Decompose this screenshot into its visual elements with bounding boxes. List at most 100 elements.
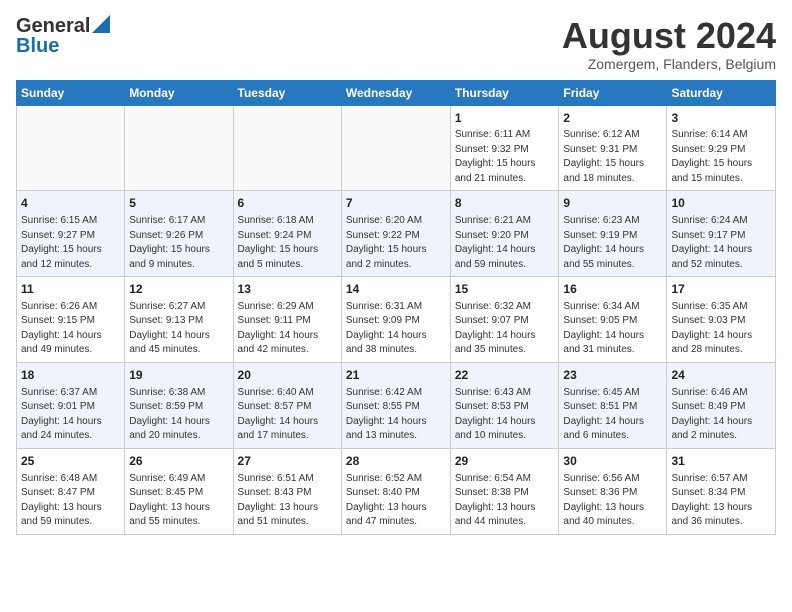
calendar-cell: 11 Sunrise: 6:26 AMSunset: 9:15 PMDayligh… [17, 277, 125, 363]
day-number: 7 [346, 195, 446, 212]
day-number: 21 [346, 367, 446, 384]
calendar-cell [341, 105, 450, 191]
cell-details: Sunrise: 6:48 AMSunset: 8:47 PMDaylight:… [21, 472, 120, 530]
cell-details: Sunrise: 6:23 AMSunset: 9:19 PMDaylight:… [563, 214, 662, 272]
logo: General Blue [16, 16, 110, 56]
day-number: 18 [21, 367, 120, 384]
weekday-header-saturday: Saturday [667, 80, 776, 105]
day-number: 12 [129, 281, 228, 298]
day-number: 29 [455, 453, 555, 470]
calendar-cell: 29 Sunrise: 6:54 AMSunset: 8:38 PMDayligh… [450, 448, 559, 534]
cell-details: Sunrise: 6:14 AMSunset: 9:29 PMDaylight:… [671, 128, 771, 186]
day-number: 9 [563, 195, 662, 212]
calendar-row-3: 18 Sunrise: 6:37 AMSunset: 9:01 PMDayligh… [17, 362, 776, 448]
calendar-cell: 2Sunrise: 6:12 AMSunset: 9:31 PMDaylight… [559, 105, 667, 191]
cell-details: Sunrise: 6:32 AMSunset: 9:07 PMDaylight:… [455, 300, 555, 358]
cell-details: Sunrise: 6:21 AMSunset: 9:20 PMDaylight:… [455, 214, 555, 272]
calendar-cell: 12 Sunrise: 6:27 AMSunset: 9:13 PMDayligh… [125, 277, 233, 363]
cell-details: Sunrise: 6:26 AMSunset: 9:15 PMDaylight:… [21, 300, 120, 358]
cell-details: Sunrise: 6:38 AMSunset: 8:59 PMDaylight:… [129, 386, 228, 444]
logo-general: General [16, 16, 90, 36]
cell-details: Sunrise: 6:51 AMSunset: 8:43 PMDaylight:… [238, 472, 337, 530]
calendar-table: SundayMondayTuesdayWednesdayThursdayFrid… [16, 80, 776, 535]
calendar-cell: 16 Sunrise: 6:34 AMSunset: 9:05 PMDayligh… [559, 277, 667, 363]
cell-details: Sunrise: 6:34 AMSunset: 9:05 PMDaylight:… [563, 300, 662, 358]
cell-details: Sunrise: 6:27 AMSunset: 9:13 PMDaylight:… [129, 300, 228, 358]
day-number: 20 [238, 367, 337, 384]
cell-details: Sunrise: 6:40 AMSunset: 8:57 PMDaylight:… [238, 386, 337, 444]
calendar-cell: 30 Sunrise: 6:56 AMSunset: 8:36 PMDayligh… [559, 448, 667, 534]
day-number: 16 [563, 281, 662, 298]
calendar-cell: 13 Sunrise: 6:29 AMSunset: 9:11 PMDayligh… [233, 277, 341, 363]
calendar-cell: 23 Sunrise: 6:45 AMSunset: 8:51 PMDayligh… [559, 362, 667, 448]
month-title: August 2024 [562, 16, 776, 56]
page-header: General Blue August 2024 Zomergem, Fland… [16, 16, 776, 72]
location: Zomergem, Flanders, Belgium [562, 56, 776, 72]
cell-details: Sunrise: 6:24 AMSunset: 9:17 PMDaylight:… [671, 214, 771, 272]
cell-details: Sunrise: 6:42 AMSunset: 8:55 PMDaylight:… [346, 386, 446, 444]
calendar-cell: 28 Sunrise: 6:52 AMSunset: 8:40 PMDayligh… [341, 448, 450, 534]
cell-details: Sunrise: 6:45 AMSunset: 8:51 PMDaylight:… [563, 386, 662, 444]
calendar-cell: 18 Sunrise: 6:37 AMSunset: 9:01 PMDayligh… [17, 362, 125, 448]
title-block: August 2024 Zomergem, Flanders, Belgium [562, 16, 776, 72]
calendar-cell [233, 105, 341, 191]
calendar-cell: 17 Sunrise: 6:35 AMSunset: 9:03 PMDayligh… [667, 277, 776, 363]
day-number: 22 [455, 367, 555, 384]
cell-details: Sunrise: 6:17 AMSunset: 9:26 PMDaylight:… [129, 214, 228, 272]
day-number: 5 [129, 195, 228, 212]
calendar-cell: 19 Sunrise: 6:38 AMSunset: 8:59 PMDayligh… [125, 362, 233, 448]
cell-details: Sunrise: 6:12 AMSunset: 9:31 PMDaylight:… [563, 128, 662, 186]
day-number: 13 [238, 281, 337, 298]
calendar-cell: 5 Sunrise: 6:17 AMSunset: 9:26 PMDaylight… [125, 191, 233, 277]
day-number: 19 [129, 367, 228, 384]
calendar-cell: 27 Sunrise: 6:51 AMSunset: 8:43 PMDayligh… [233, 448, 341, 534]
cell-details: Sunrise: 6:15 AMSunset: 9:27 PMDaylight:… [21, 214, 120, 272]
day-number: 24 [671, 367, 771, 384]
calendar-cell: 3Sunrise: 6:14 AMSunset: 9:29 PMDaylight… [667, 105, 776, 191]
calendar-cell: 24 Sunrise: 6:46 AMSunset: 8:49 PMDayligh… [667, 362, 776, 448]
logo-icon [92, 15, 110, 33]
cell-details: Sunrise: 6:37 AMSunset: 9:01 PMDaylight:… [21, 386, 120, 444]
calendar-cell: 26Sunrise: 6:49 AMSunset: 8:45 PMDayligh… [125, 448, 233, 534]
calendar-cell: 6 Sunrise: 6:18 AMSunset: 9:24 PMDaylight… [233, 191, 341, 277]
cell-details: Sunrise: 6:43 AMSunset: 8:53 PMDaylight:… [455, 386, 555, 444]
calendar-cell: 8Sunrise: 6:21 AMSunset: 9:20 PMDaylight… [450, 191, 559, 277]
day-number: 17 [671, 281, 771, 298]
day-number: 10 [671, 195, 771, 212]
calendar-cell: 15 Sunrise: 6:32 AMSunset: 9:07 PMDayligh… [450, 277, 559, 363]
day-number: 31 [671, 453, 771, 470]
weekday-header-thursday: Thursday [450, 80, 559, 105]
day-number: 11 [21, 281, 120, 298]
weekday-header-wednesday: Wednesday [341, 80, 450, 105]
logo-blue: Blue [16, 36, 59, 56]
calendar-cell: 4 Sunrise: 6:15 AMSunset: 9:27 PMDaylight… [17, 191, 125, 277]
weekday-header-row: SundayMondayTuesdayWednesdayThursdayFrid… [17, 80, 776, 105]
calendar-cell: 31Sunrise: 6:57 AMSunset: 8:34 PMDayligh… [667, 448, 776, 534]
cell-details: Sunrise: 6:35 AMSunset: 9:03 PMDaylight:… [671, 300, 771, 358]
weekday-header-tuesday: Tuesday [233, 80, 341, 105]
calendar-cell: 22 Sunrise: 6:43 AMSunset: 8:53 PMDayligh… [450, 362, 559, 448]
calendar-cell: 7Sunrise: 6:20 AMSunset: 9:22 PMDaylight… [341, 191, 450, 277]
day-number: 15 [455, 281, 555, 298]
cell-details: Sunrise: 6:56 AMSunset: 8:36 PMDaylight:… [563, 472, 662, 530]
cell-details: Sunrise: 6:46 AMSunset: 8:49 PMDaylight:… [671, 386, 771, 444]
day-number: 4 [21, 195, 120, 212]
day-number: 27 [238, 453, 337, 470]
calendar-cell: 21 Sunrise: 6:42 AMSunset: 8:55 PMDayligh… [341, 362, 450, 448]
calendar-cell: 14Sunrise: 6:31 AMSunset: 9:09 PMDayligh… [341, 277, 450, 363]
calendar-row-0: 1Sunrise: 6:11 AMSunset: 9:32 PMDaylight… [17, 105, 776, 191]
calendar-cell [125, 105, 233, 191]
cell-details: Sunrise: 6:18 AMSunset: 9:24 PMDaylight:… [238, 214, 337, 272]
cell-details: Sunrise: 6:54 AMSunset: 8:38 PMDaylight:… [455, 472, 555, 530]
day-number: 23 [563, 367, 662, 384]
cell-details: Sunrise: 6:52 AMSunset: 8:40 PMDaylight:… [346, 472, 446, 530]
day-number: 6 [238, 195, 337, 212]
calendar-cell: 10 Sunrise: 6:24 AMSunset: 9:17 PMDayligh… [667, 191, 776, 277]
day-number: 3 [671, 110, 771, 127]
day-number: 28 [346, 453, 446, 470]
cell-details: Sunrise: 6:29 AMSunset: 9:11 PMDaylight:… [238, 300, 337, 358]
cell-details: Sunrise: 6:49 AMSunset: 8:45 PMDaylight:… [129, 472, 228, 530]
day-number: 1 [455, 110, 555, 127]
day-number: 30 [563, 453, 662, 470]
calendar-cell [17, 105, 125, 191]
